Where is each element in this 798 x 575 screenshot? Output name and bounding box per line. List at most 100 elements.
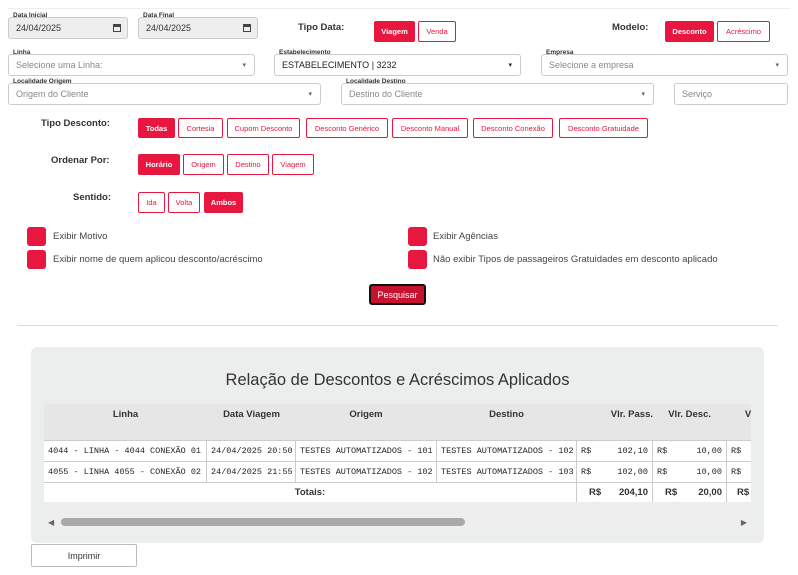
exibir-nome-checkbox[interactable] — [27, 250, 46, 269]
empresa-select[interactable]: Empresa Selecione a empresa ▾ — [541, 49, 788, 76]
exibir-motivo-label: Exibir Motivo — [53, 231, 108, 242]
report-panel: Relação de Descontos e Acréscimos Aplica… — [31, 347, 764, 543]
currency: R$ — [581, 446, 592, 456]
imprimir-button[interactable]: Imprimir — [31, 544, 137, 567]
nao-exibir-gratuidades-checkbox[interactable] — [408, 250, 427, 269]
cell-vlr-desc: R$ 10,00 — [653, 462, 727, 482]
table-row[interactable]: 4044 - LINHA - 4044 CONEXÃO 01 24/04/202… — [44, 441, 751, 461]
ordenar-viagem-button[interactable]: Viagem — [272, 154, 314, 175]
horizontal-scrollbar[interactable]: ◀ ▶ — [44, 514, 751, 530]
data-inicial-value: 24/04/2025 — [16, 23, 62, 33]
col-linha: Linha — [112, 409, 139, 420]
tipo-desconto-conexao-button[interactable]: Desconto Conexão — [473, 118, 553, 138]
calendar-icon[interactable] — [243, 24, 251, 32]
exibir-agencias-checkbox[interactable] — [408, 227, 427, 246]
cell-linha: 4055 - LINHA 4055 - CONEXÃO 02 — [44, 462, 207, 482]
tipo-desconto-todas-button[interactable]: Todas — [138, 118, 175, 138]
cell-vlr-pass: R$ 102,00 — [577, 462, 653, 482]
tipo-desconto-manual-button[interactable]: Desconto Manual — [392, 118, 468, 138]
tipo-desconto-generico-button[interactable]: Desconto Genérico — [306, 118, 388, 138]
localidade-destino-placeholder: Destino do Cliente — [349, 89, 423, 99]
currency: R$ — [657, 446, 668, 456]
col-vlr-desc: Vlr. Desc. — [668, 409, 711, 420]
table-row[interactable]: 4055 - LINHA 4055 - CONEXÃO 02 24/04/202… — [44, 462, 751, 482]
localidade-destino-label: Localidade Destino — [346, 78, 406, 85]
tipo-desconto-cortesia-button[interactable]: Cortesia — [178, 118, 223, 138]
totals-row: Totais: R$ 204,10 R$ 20,00 R$ — [44, 483, 751, 502]
chevron-down-icon: ▾ — [641, 91, 645, 98]
linha-placeholder: Selecione uma Linha: — [16, 60, 103, 70]
data-inicial-field[interactable]: Data Inicial 24/04/2025 — [8, 12, 128, 39]
tipo-data-label: Tipo Data: — [298, 22, 345, 33]
sentido-label: Sentido: — [73, 192, 111, 203]
linha-label: Linha — [13, 49, 31, 56]
chevron-down-icon: ▾ — [242, 62, 246, 69]
estabelecimento-value: ESTABELECIMENTO | 3232 — [282, 60, 397, 70]
sentido-ambos-button[interactable]: Ambos — [204, 192, 243, 213]
scrollbar-thumb[interactable] — [61, 518, 465, 526]
calendar-icon[interactable] — [113, 24, 121, 32]
localidade-destino-select[interactable]: Localidade Destino Destino do Cliente ▾ — [341, 78, 654, 105]
localidade-origem-label: Localidade Origem — [13, 78, 72, 85]
nao-exibir-gratuidades-label: Não exibir Tipos de passageiros Gratuida… — [433, 254, 718, 265]
data-final-field[interactable]: Data Final 24/04/2025 — [138, 12, 258, 39]
col-data-viagem: Data Viagem — [223, 409, 280, 420]
cell-origem: TESTES AUTOMATIZADOS - 102 — [296, 462, 437, 482]
modelo-desconto-button[interactable]: Desconto — [665, 21, 714, 42]
currency: R$ — [657, 467, 668, 477]
ordenar-horario-button[interactable]: Horário — [138, 154, 180, 175]
data-inicial-label: Data Inicial — [13, 12, 48, 19]
pesquisar-button[interactable]: Pesquisar — [369, 284, 426, 305]
col-extra: V — [744, 409, 751, 420]
sentido-volta-button[interactable]: Volta — [168, 192, 200, 213]
col-origem: Origem — [349, 409, 383, 420]
linha-select[interactable]: Linha Selecione uma Linha: ▾ — [8, 49, 255, 76]
cell-extra: R$ — [731, 446, 742, 456]
estabelecimento-select[interactable]: Estabelecimento ESTABELECIMENTO | 3232 ▾ — [274, 49, 521, 76]
cell-vlr-desc: R$ 10,00 — [653, 441, 727, 461]
currency: R$ — [665, 487, 678, 498]
data-final-value: 24/04/2025 — [146, 23, 192, 33]
totals-vlr-pass: R$ 204,10 — [577, 483, 653, 502]
servico-input[interactable]: Serviço — [674, 83, 788, 105]
section-divider — [17, 325, 778, 326]
cell-linha: 4044 - LINHA - 4044 CONEXÃO 01 — [44, 441, 207, 461]
modelo-acrescimo-button[interactable]: Acréscimo — [717, 21, 770, 42]
currency: R$ — [589, 487, 602, 498]
exibir-agencias-label: Exibir Agências — [433, 231, 498, 242]
ordenar-destino-button[interactable]: Destino — [227, 154, 269, 175]
report-table: Linha Data Viagem Origem Destino Vlr. Pa… — [44, 404, 751, 502]
totals-label: Totais: — [44, 483, 577, 502]
cell-extra: R$ — [731, 467, 742, 477]
scroll-right-icon[interactable]: ▶ — [741, 518, 747, 527]
chevron-down-icon: ▾ — [308, 91, 312, 98]
totals-vlr-desc: R$ 20,00 — [653, 483, 727, 502]
localidade-origem-select[interactable]: Localidade Origem Origem do Cliente ▾ — [8, 78, 321, 105]
ordenar-por-label: Ordenar Por: — [51, 155, 110, 166]
table-header: Linha Data Viagem Origem Destino Vlr. Pa… — [44, 404, 751, 440]
col-destino: Destino — [489, 409, 524, 420]
tipo-data-venda-button[interactable]: Venda — [418, 21, 456, 42]
modelo-label: Modelo: — [612, 22, 649, 33]
currency: R$ — [581, 467, 592, 477]
cell-data: 24/04/2025 20:50 — [207, 441, 296, 461]
value: 10,00 — [696, 446, 722, 456]
tipo-data-viagem-button[interactable]: Viagem — [374, 21, 415, 42]
servico-placeholder: Serviço — [682, 89, 713, 99]
empresa-label: Empresa — [546, 49, 574, 56]
tipo-desconto-gratuidade-button[interactable]: Desconto Gratuidade — [559, 118, 648, 138]
ordenar-origem-button[interactable]: Origem — [183, 154, 224, 175]
tipo-desconto-cupom-button[interactable]: Cupom Desconto — [227, 118, 300, 138]
value: 204,10 — [618, 487, 648, 498]
cell-destino: TESTES AUTOMATIZADOS - 103 — [437, 462, 577, 482]
sentido-ida-button[interactable]: Ida — [138, 192, 165, 213]
scroll-left-icon[interactable]: ◀ — [48, 518, 54, 527]
exibir-nome-label: Exibir nome de quem aplicou desconto/acr… — [53, 254, 263, 265]
cell-data: 24/04/2025 21:55 — [207, 462, 296, 482]
value: 102,00 — [617, 467, 648, 477]
tipo-desconto-label: Tipo Desconto: — [41, 118, 110, 129]
value: 10,00 — [696, 467, 722, 477]
value: 102,10 — [617, 446, 648, 456]
exibir-motivo-checkbox[interactable] — [27, 227, 46, 246]
cell-vlr-pass: R$ 102,10 — [577, 441, 653, 461]
